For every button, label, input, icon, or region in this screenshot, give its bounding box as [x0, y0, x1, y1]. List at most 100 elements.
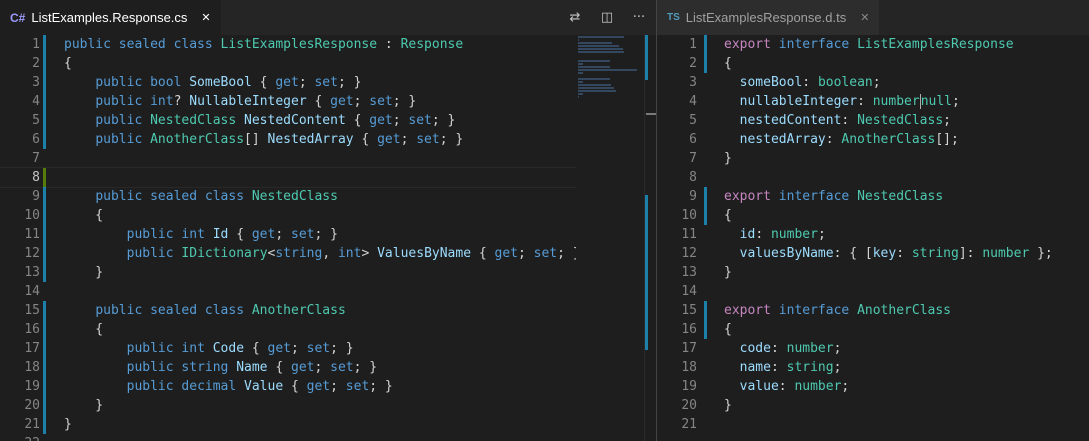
code-line[interactable]: 7}: [657, 149, 1089, 168]
gutter-change-indicator[interactable]: [43, 130, 46, 149]
code-line[interactable]: 16 {: [0, 320, 657, 339]
code-line[interactable]: 3 public bool SomeBool { get; set; }: [0, 73, 657, 92]
minimap-line: [578, 78, 610, 80]
split-editor-icon[interactable]: ◫: [599, 10, 615, 25]
code-line[interactable]: 20 }: [0, 396, 657, 415]
code-line[interactable]: 14: [0, 282, 657, 301]
line-number: 8: [689, 170, 697, 185]
line-number: 18: [24, 360, 40, 375]
code-line[interactable]: 10 {: [657, 206, 1089, 225]
gutter-change-indicator[interactable]: [704, 301, 707, 320]
code-line[interactable]: 12 public IDictionary<string, int> Value…: [0, 244, 657, 263]
close-icon[interactable]: ✕: [860, 11, 869, 24]
tab-listexamplesresponse-d-ts[interactable]: TS ListExamplesResponse.d.ts ✕: [657, 0, 880, 35]
code-line[interactable]: 4 public int? NullableInteger { get; set…: [0, 92, 657, 111]
more-actions-icon[interactable]: ···: [631, 10, 647, 25]
left-tab-bar: C# ListExamples.Response.cs ✕ ⇄ ◫ ···: [0, 0, 657, 35]
code-token: >: [361, 246, 378, 261]
code-line[interactable]: 1 public sealed class ListExamplesRespons…: [0, 35, 657, 54]
gutter-change-indicator[interactable]: [43, 377, 46, 396]
gutter-change-indicator[interactable]: [704, 206, 707, 225]
gutter-change-indicator[interactable]: [43, 92, 46, 111]
line-number: 1: [32, 37, 40, 52]
code-line[interactable]: 9 export interface NestedClass: [657, 187, 1089, 206]
gutter-change-indicator[interactable]: [43, 206, 46, 225]
code-line[interactable]: 5 public NestedClass NestedContent { get…: [0, 111, 657, 130]
gutter-change-indicator[interactable]: [704, 320, 707, 339]
code-line[interactable]: 1 export interface ListExamplesResponse: [657, 35, 1089, 54]
gutter-change-indicator[interactable]: [43, 35, 46, 54]
code-line[interactable]: 17 public int Code { get; set; }: [0, 339, 657, 358]
code-line[interactable]: 15 public sealed class AnotherClass: [0, 301, 657, 320]
code-line[interactable]: 13}: [657, 263, 1089, 282]
gutter-change-indicator[interactable]: [43, 415, 46, 434]
code-token: };: [1029, 246, 1053, 261]
gutter-change-indicator[interactable]: [43, 111, 46, 130]
code-line[interactable]: 6 nestedArray: AnotherClass[];: [657, 130, 1089, 149]
gutter-change-indicator[interactable]: [704, 187, 707, 206]
code-token: number: [872, 94, 920, 109]
code-token: :: [825, 132, 842, 147]
gutter-change-indicator[interactable]: [704, 54, 707, 73]
code-line[interactable]: 20}: [657, 396, 1089, 415]
code-line[interactable]: 13 }: [0, 263, 657, 282]
gutter-change-indicator[interactable]: [43, 358, 46, 377]
gutter-change-indicator[interactable]: [43, 320, 46, 339]
tab-listexamples-response-cs[interactable]: C# ListExamples.Response.cs ✕: [0, 0, 221, 35]
line-number: 19: [24, 379, 40, 394]
code-line[interactable]: 8: [657, 168, 1089, 187]
code-editor-right[interactable]: 1 export interface ListExamplesResponse 2{…: [657, 35, 1089, 441]
gutter-change-indicator[interactable]: [43, 187, 46, 206]
code-line[interactable]: 10 {: [0, 206, 657, 225]
left-editor-pane[interactable]: C# ListExamples.Response.cs ✕ ⇄ ◫ ··· 1 p…: [0, 0, 657, 441]
code-line[interactable]: 15 export interface AnotherClass: [657, 301, 1089, 320]
code-token: ;: [952, 94, 960, 109]
gutter-change-indicator[interactable]: [43, 73, 46, 92]
code-line[interactable]: 18 public string Name { get; set; }: [0, 358, 657, 377]
code-token: AnotherClass: [841, 132, 936, 147]
gutter-change-indicator[interactable]: [43, 54, 46, 73]
code-line[interactable]: 11 id: number;: [657, 225, 1089, 244]
code-line[interactable]: 12 valuesByName: { [key: string]: number…: [657, 244, 1089, 263]
right-editor-pane[interactable]: TS ListExamplesResponse.d.ts ✕ 1 export i…: [657, 0, 1089, 441]
code-line[interactable]: 17 code: number;: [657, 339, 1089, 358]
code-line[interactable]: 14: [657, 282, 1089, 301]
code-line[interactable]: 19 public decimal Value { get; set; }: [0, 377, 657, 396]
code-line[interactable]: 2{: [0, 54, 657, 73]
code-line[interactable]: 8: [0, 167, 657, 188]
code-line[interactable]: 19 value: number;: [657, 377, 1089, 396]
minimap[interactable]: [576, 35, 644, 441]
code-line[interactable]: 2{: [657, 54, 1089, 73]
code-line[interactable]: 9 public sealed class NestedClass: [0, 187, 657, 206]
code-line[interactable]: 6 public AnotherClass[] NestedArray { ge…: [0, 130, 657, 149]
code-line[interactable]: 21}: [0, 415, 657, 434]
gutter-change-indicator[interactable]: [43, 339, 46, 358]
gutter-change-indicator[interactable]: [43, 168, 46, 187]
code-line[interactable]: 5 nestedContent: NestedClass;: [657, 111, 1089, 130]
code-line[interactable]: 18 name: string;: [657, 358, 1089, 377]
line-number: 7: [689, 151, 697, 166]
close-icon[interactable]: ✕: [201, 11, 210, 24]
compare-changes-icon[interactable]: ⇄: [567, 10, 583, 25]
code-token: Response: [400, 37, 464, 52]
gutter-change-indicator[interactable]: [704, 35, 707, 54]
code-line[interactable]: 3 someBool: boolean;: [657, 73, 1089, 92]
line-number: 14: [24, 284, 40, 299]
code-text: public IDictionary<string, int> ValuesBy…: [64, 244, 581, 263]
code-editor-left[interactable]: 1 public sealed class ListExamplesRespons…: [0, 35, 657, 441]
code-line[interactable]: 7: [0, 149, 657, 168]
code-line[interactable]: 11 public int Id { get; set; }: [0, 225, 657, 244]
code-line[interactable]: 16 {: [657, 320, 1089, 339]
code-line[interactable]: 4 nullableInteger: numbernull;: [657, 92, 1089, 111]
code-token: ; }: [392, 94, 417, 109]
gutter-change-indicator[interactable]: [43, 244, 46, 263]
code-token: ;: [392, 113, 409, 128]
gutter-change-indicator[interactable]: [43, 225, 46, 244]
line-number: 7: [32, 151, 40, 166]
gutter-change-indicator[interactable]: [43, 301, 46, 320]
gutter-change-indicator[interactable]: [43, 396, 46, 415]
code-line[interactable]: 22: [0, 434, 657, 441]
gutter-change-indicator[interactable]: [43, 263, 46, 282]
code-line[interactable]: 21: [657, 415, 1089, 434]
csharp-file-icon: C#: [10, 10, 26, 25]
